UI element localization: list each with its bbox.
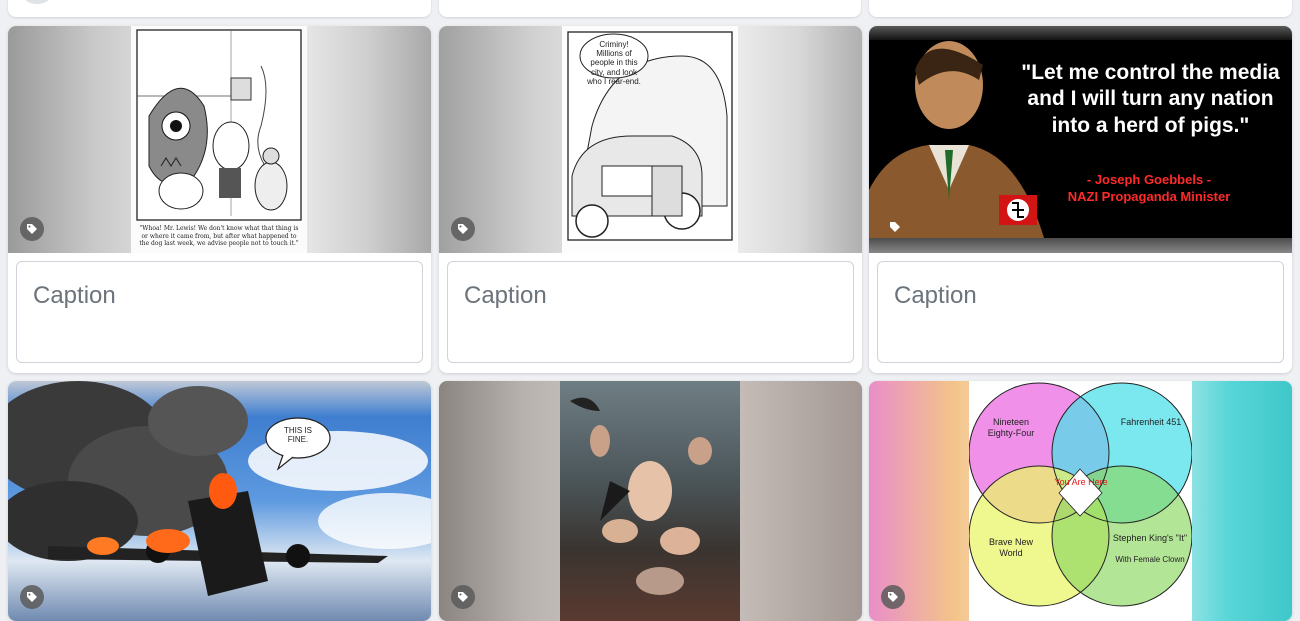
- quote-image: "Let me control the media and I will tur…: [869, 40, 1292, 238]
- caption-input[interactable]: Caption: [877, 261, 1284, 363]
- quote-text: "Let me control the media and I will tur…: [1021, 61, 1280, 137]
- previous-row-edge: [8, 0, 1292, 18]
- venn-label-top-right: Fahrenheit 451: [1120, 417, 1182, 427]
- tag-button[interactable]: [883, 215, 907, 239]
- caption-input[interactable]: Caption: [16, 261, 423, 363]
- tag-button[interactable]: [20, 585, 44, 609]
- cartoon-caption: "Whoa! Mr. Lewis! We don't know what tha…: [139, 225, 299, 247]
- tag-icon: [890, 222, 900, 232]
- speech-bubble: THIS IS FINE.: [283, 426, 312, 445]
- card-image[interactable]: "Let me control the media and I will tur…: [869, 26, 1292, 253]
- card-image[interactable]: Nineteen Eighty-Four Fahrenheit 451 You …: [869, 381, 1292, 621]
- image-card: "Whoa! Mr. Lewis! We don't know what tha…: [8, 26, 431, 373]
- previous-card-edge: [869, 0, 1292, 17]
- venn-label-bottom-right-note: With Female Clown: [1115, 555, 1185, 564]
- tag-icon: [888, 592, 898, 602]
- venn-label-bottom-left: Brave New World: [988, 537, 1033, 558]
- quote-attribution: - Joseph Goebbels -: [1086, 172, 1212, 187]
- quote-attribution-title: NAZI Propaganda Minister: [1067, 189, 1231, 204]
- card-image[interactable]: [439, 381, 862, 621]
- previous-card-edge: [8, 0, 431, 17]
- plane-illustration: [8, 381, 431, 596]
- tag-button[interactable]: [20, 217, 44, 241]
- venn-diagram-image: Nineteen Eighty-Four Fahrenheit 451 You …: [969, 381, 1192, 621]
- speech-bubble: Criminy! Millions of people in this city…: [587, 40, 641, 86]
- cartoon-image: Criminy! Millions of people in this city…: [562, 26, 738, 253]
- venn-label-center: You Are Here: [1054, 477, 1108, 487]
- tag-icon: [27, 592, 37, 602]
- image-card: [439, 381, 862, 621]
- card-image[interactable]: THIS IS FINE.: [8, 381, 431, 621]
- tag-icon: [458, 592, 468, 602]
- image-card: Nineteen Eighty-Four Fahrenheit 451 You …: [869, 381, 1292, 621]
- image-card: "Let me control the media and I will tur…: [869, 26, 1292, 373]
- tag-button[interactable]: [881, 585, 905, 609]
- tag-button[interactable]: [451, 217, 475, 241]
- image-card: THIS IS FINE.: [8, 381, 431, 621]
- tag-button[interactable]: [451, 585, 475, 609]
- card-image[interactable]: "Whoa! Mr. Lewis! We don't know what tha…: [8, 26, 431, 253]
- venn-label-top-left: Nineteen Eighty-Four: [987, 417, 1035, 438]
- painting-image: [560, 381, 740, 621]
- tag-icon: [27, 224, 37, 234]
- tag-icon: [458, 224, 468, 234]
- image-card: Criminy! Millions of people in this city…: [439, 26, 862, 373]
- previous-card-edge: [439, 0, 861, 17]
- cartoon-image: "Whoa! Mr. Lewis! We don't know what tha…: [131, 26, 307, 253]
- caption-input[interactable]: Caption: [447, 261, 854, 363]
- card-image[interactable]: Criminy! Millions of people in this city…: [439, 26, 862, 253]
- venn-label-bottom-right: Stephen King's "It": [1112, 533, 1188, 543]
